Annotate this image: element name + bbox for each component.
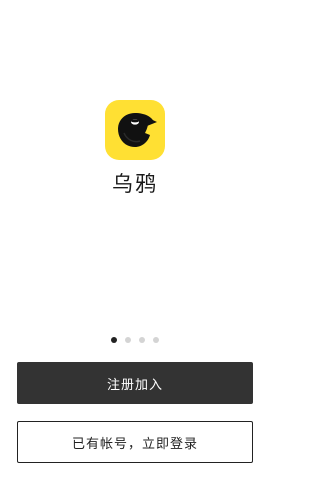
page-dot-1[interactable] bbox=[111, 337, 117, 343]
page-indicator bbox=[0, 337, 270, 343]
page-dot-2[interactable] bbox=[125, 337, 131, 343]
page-dot-4[interactable] bbox=[153, 337, 159, 343]
register-button[interactable]: 注册加入 bbox=[17, 362, 253, 404]
app-name: 乌鸦 bbox=[112, 172, 158, 196]
welcome-screen: 乌鸦 注册加入 已有帐号，立即登录 bbox=[0, 0, 270, 480]
page-dot-3[interactable] bbox=[139, 337, 145, 343]
crow-app-icon bbox=[105, 100, 165, 160]
login-button[interactable]: 已有帐号，立即登录 bbox=[17, 421, 253, 463]
